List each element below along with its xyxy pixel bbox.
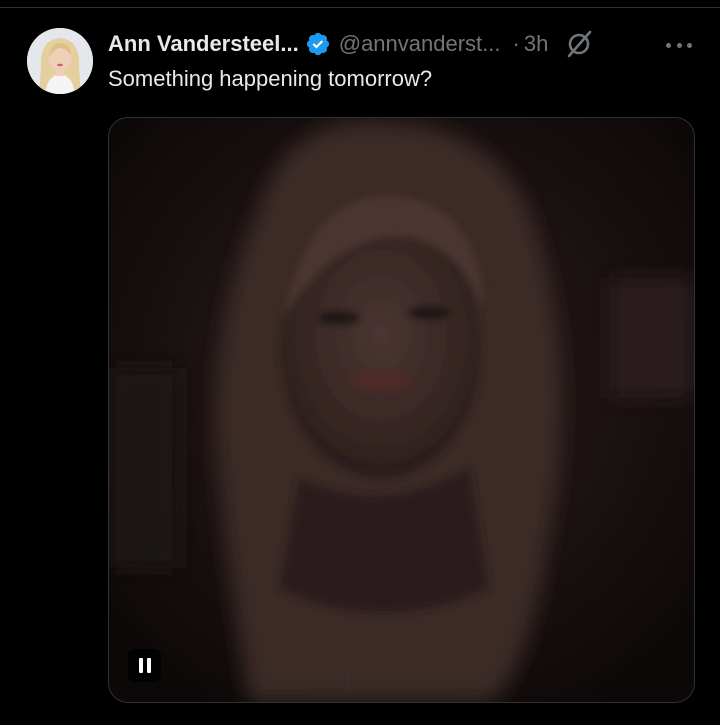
handle[interactable]: @annvanderst... [339, 31, 501, 57]
timestamp[interactable]: 3h [524, 31, 548, 57]
video-frame[interactable] [109, 118, 694, 702]
video-player[interactable] [108, 117, 695, 703]
pause-button[interactable] [128, 649, 161, 682]
display-name[interactable]: Ann Vandersteel... [108, 31, 299, 57]
pause-icon [138, 658, 143, 673]
verified-badge-icon [305, 31, 331, 57]
avatar[interactable] [27, 28, 93, 94]
tweet-header: Ann Vandersteel... @annvanderst... · 3h [108, 28, 708, 60]
separator-dot: · [512, 31, 520, 56]
grok-icon[interactable] [564, 29, 594, 59]
tweet-text: Something happening tomorrow? [108, 66, 433, 91]
divider [0, 7, 720, 8]
more-options-icon[interactable] [666, 40, 692, 50]
tweet[interactable]: Ann Vandersteel... @annvanderst... · 3h … [0, 0, 720, 725]
